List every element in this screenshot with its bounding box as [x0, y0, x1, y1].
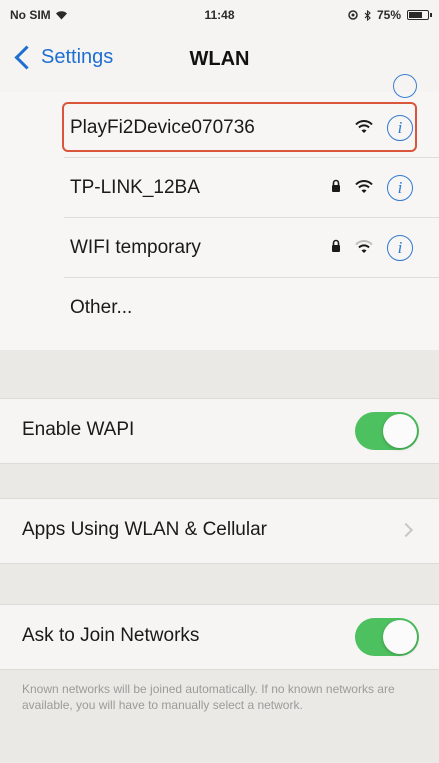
toggle-knob [383, 620, 417, 654]
network-name: TP-LINK_12BA [70, 177, 200, 198]
info-icon[interactable]: i [387, 235, 413, 261]
info-icon[interactable] [393, 74, 417, 98]
enable-wapi-label: Enable WAPI [22, 419, 135, 440]
battery-percent: 75% [376, 8, 401, 22]
apps-using-wlan-label: Apps Using WLAN & Cellular [22, 519, 267, 540]
info-icon[interactable]: i [387, 175, 413, 201]
network-row[interactable]: PlayFi2Device070736 i [0, 98, 439, 158]
enable-wapi-toggle[interactable] [355, 412, 419, 450]
network-list: PlayFi2Device070736 i TP-LINK_12BA i WIF… [0, 74, 439, 350]
apps-using-wlan-cell[interactable]: Apps Using WLAN & Cellular [0, 498, 439, 564]
lock-icon [332, 239, 340, 252]
wifi-icon [355, 240, 373, 253]
lock-icon [332, 179, 340, 192]
navigation-bar: Settings WLAN [0, 30, 439, 93]
wifi-icon [355, 120, 373, 133]
other-network-row[interactable]: Other... [0, 278, 439, 338]
other-label: Other... [70, 297, 133, 318]
ask-to-join-footer: Known networks will be joined automatica… [22, 682, 395, 712]
location-icon [348, 10, 358, 20]
network-row[interactable]: WIFI temporary i [0, 218, 439, 278]
status-bar: No SIM 11:48 75% [0, 0, 439, 30]
info-icon[interactable]: i [387, 115, 413, 141]
enable-wapi-cell: Enable WAPI [0, 398, 439, 464]
bluetooth-icon [364, 9, 371, 21]
ask-to-join-label: Ask to Join Networks [22, 625, 200, 646]
network-row[interactable]: TP-LINK_12BA i [0, 158, 439, 218]
network-name: WIFI temporary [70, 237, 201, 258]
battery-icon [407, 10, 432, 20]
wlan-settings-screen: No SIM 11:48 75% Settings WLAN PlayFi2De… [0, 0, 439, 763]
network-name: PlayFi2Device070736 [70, 117, 255, 138]
ask-to-join-toggle[interactable] [355, 618, 419, 656]
status-right: 75% [348, 8, 432, 22]
ask-to-join-cell: Ask to Join Networks [0, 604, 439, 670]
wifi-icon [355, 180, 373, 193]
chevron-right-icon [398, 522, 414, 538]
page-title: WLAN [189, 48, 250, 70]
battery-fill [409, 12, 422, 18]
toggle-knob [383, 414, 417, 448]
